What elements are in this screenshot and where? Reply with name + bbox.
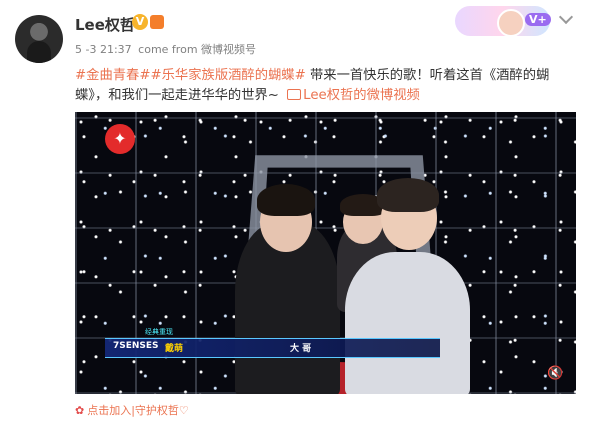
- hashtag-link[interactable]: #乐华家族版酒醉的蝴蝶#: [150, 68, 305, 83]
- hashtag-link[interactable]: #金曲青春#: [75, 68, 150, 83]
- vip-icon: [150, 15, 164, 29]
- performer-right-hair: [377, 178, 439, 212]
- verified-badge-icon: V: [132, 14, 148, 30]
- caption-group: 7SENSES: [113, 341, 159, 351]
- badge-v-icon: V+: [525, 13, 551, 26]
- username[interactable]: Lee权哲: [75, 14, 135, 35]
- video-link[interactable]: Lee权哲的微博视频: [283, 88, 420, 103]
- support-link[interactable]: ✿ 点击加入|守护权哲♡: [75, 402, 189, 418]
- video-link-label: Lee权哲的微博视频: [303, 88, 420, 103]
- video-link-icon: [287, 89, 302, 100]
- support-label: 点击加入|守护权哲♡: [87, 404, 189, 417]
- caption-member: 戴萌: [165, 344, 184, 354]
- performer-right-body: [345, 252, 470, 394]
- channel-logo-icon: ✦: [105, 124, 135, 154]
- badge-avatar-icon: [497, 9, 525, 37]
- avatar[interactable]: [15, 15, 63, 63]
- post-source[interactable]: come from 微博视频号: [138, 43, 256, 56]
- video-player[interactable]: ✦ 经典重现 7SENSES 戴萌 大 哥 🔇: [75, 112, 576, 394]
- caption-tag: 经典重现: [145, 328, 173, 336]
- caption-role: 大 哥: [290, 344, 312, 354]
- post-text: #金曲青春##乐华家族版酒醉的蝴蝶# 带来一首快乐的歌！听着这首《酒醉的蝴蝶》，…: [75, 66, 580, 106]
- caption-lower-third: 经典重现 7SENSES 戴萌 大 哥: [105, 328, 440, 363]
- mute-icon[interactable]: 🔇: [547, 367, 563, 381]
- fan-badge-decoration[interactable]: V+: [455, 6, 551, 37]
- post-meta: 5 -3 21:37 come from 微博视频号: [75, 41, 259, 57]
- post-time[interactable]: 5 -3 21:37: [75, 43, 132, 56]
- flower-icon: ✿: [75, 404, 85, 417]
- chevron-down-icon[interactable]: [558, 9, 574, 25]
- performer-left-hair: [257, 184, 315, 216]
